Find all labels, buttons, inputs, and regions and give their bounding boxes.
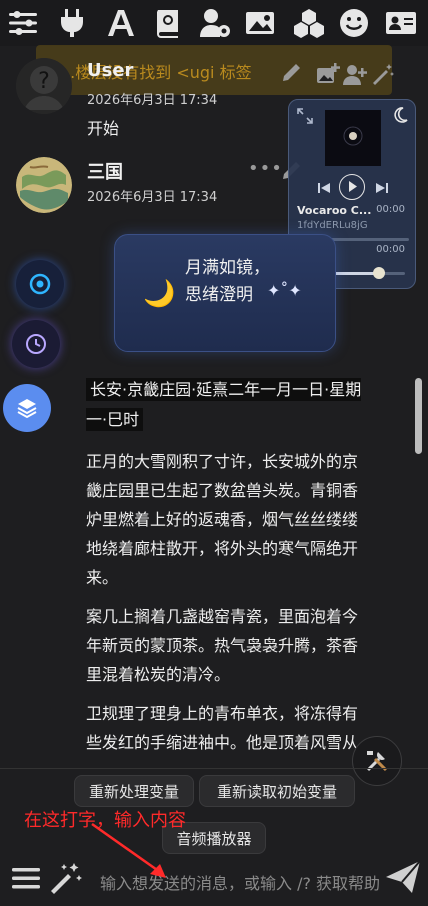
character-avatar[interactable] xyxy=(16,157,72,213)
more-options-icon[interactable]: ••• xyxy=(248,158,283,179)
message-input[interactable]: 输入想发送的消息，或输入 /? 获取帮助 xyxy=(100,870,406,894)
add-image-icon[interactable] xyxy=(316,62,340,90)
scene-heading: 长安·京畿庄园·延熹二年一月一日·星期一·巳时 xyxy=(86,378,362,431)
edit-icon[interactable] xyxy=(280,60,304,88)
track-title: Vocaroo C... xyxy=(297,204,372,217)
cubes-icon[interactable] xyxy=(292,6,326,40)
expand-icon[interactable] xyxy=(297,108,313,124)
reprocess-variables-button[interactable]: 重新处理变量 xyxy=(74,775,194,807)
story-paragraph: 正月的大雪刚积了寸许，长安城外的京畿庄园里已生起了数盆兽头炭。青铜香炉里燃着上好… xyxy=(86,452,359,587)
layers-button[interactable] xyxy=(3,384,51,432)
images-icon[interactable] xyxy=(243,6,277,40)
plug-icon[interactable] xyxy=(55,6,89,40)
history-button[interactable] xyxy=(12,320,60,368)
send-icon[interactable] xyxy=(384,858,422,896)
message-time: 2026年6月3日 17:34 xyxy=(87,93,218,108)
user-gear-icon[interactable] xyxy=(198,6,232,40)
top-toolbar xyxy=(0,0,428,46)
play-button[interactable] xyxy=(339,174,365,200)
moon-icon[interactable] xyxy=(391,106,409,124)
next-icon[interactable] xyxy=(375,180,389,194)
sparkle-icon: ✦˚✦ xyxy=(267,281,302,300)
tools-button[interactable] xyxy=(352,736,402,786)
track-id: 1fdYdERLu8jG xyxy=(297,220,368,231)
svg-text:?: ? xyxy=(38,69,50,94)
story-paragraph: 案几上搁着几盏越窑青瓷，里面泡着今年新贡的蒙顶茶。热气袅袅升腾，茶香里混着松炭的… xyxy=(86,607,359,684)
album-cover xyxy=(325,110,381,166)
magic-wand-icon[interactable] xyxy=(371,62,395,90)
message-author: User xyxy=(87,60,134,81)
id-card-icon[interactable] xyxy=(384,6,418,40)
smile-icon[interactable] xyxy=(337,6,371,40)
moon-emoji-icon: 🌙 xyxy=(143,279,176,309)
target-button[interactable] xyxy=(16,260,64,308)
previous-icon[interactable] xyxy=(317,180,331,194)
message-author: 三国 xyxy=(87,162,123,183)
current-time: 00:00 xyxy=(376,204,405,215)
user-avatar[interactable]: ? xyxy=(16,58,72,114)
message-text: 开始 xyxy=(87,119,120,138)
magic-wand-icon[interactable] xyxy=(48,860,84,896)
scrollbar[interactable] xyxy=(415,378,422,454)
divider xyxy=(0,768,428,769)
mood-card: 🌙 月满如镜，思绪澄明 ✦˚✦ xyxy=(114,234,336,352)
add-person-icon[interactable] xyxy=(343,62,367,90)
story-content: 长安·京畿庄园·延熹二年一月一日·星期一·巳时 正月的大雪刚积了寸许，长安城外的… xyxy=(86,375,366,767)
font-icon[interactable] xyxy=(104,6,138,40)
menu-icon[interactable] xyxy=(10,862,42,894)
volume-knob[interactable] xyxy=(373,267,386,279)
total-time: 00:00 xyxy=(376,244,405,255)
story-paragraph: 卫规理了理身上的青布单衣，将冻得有些发红的手缩进袖中。他是顶着风雪从城里赶来的，… xyxy=(86,704,359,752)
sliders-icon[interactable] xyxy=(6,6,40,40)
reread-variables-button[interactable]: 重新读取初始变量 xyxy=(199,775,355,807)
message-time: 2026年6月3日 17:34 xyxy=(87,190,218,205)
book-gear-icon[interactable] xyxy=(152,6,186,40)
